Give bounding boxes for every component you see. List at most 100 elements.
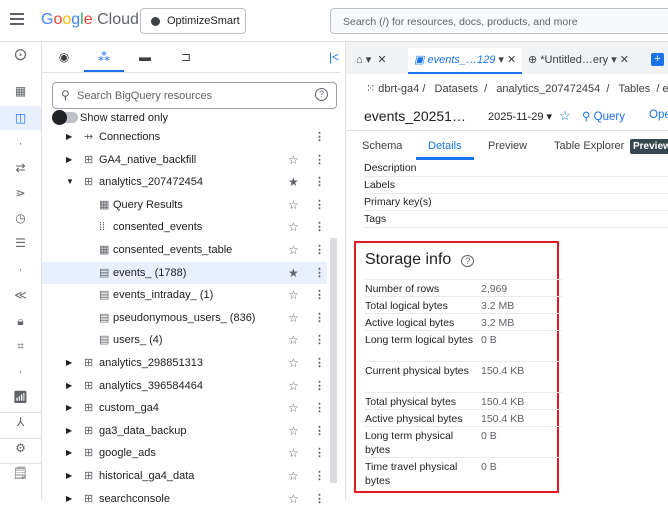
caret-right-icon[interactable]: ▶: [66, 397, 72, 419]
tree-row[interactable]: ▶ ⊞ GA4_native_backfill ☆ ⋮: [42, 149, 327, 171]
tab-preview[interactable]: Preview: [488, 140, 527, 152]
monitoring-icon[interactable]: 📶︎: [0, 388, 41, 406]
tree-row[interactable]: ▶ ⊞ google_ads ☆ ⋮: [42, 442, 327, 464]
star-icon[interactable]: ☆: [288, 284, 299, 306]
tree-row[interactable]: ▼ ⊞ analytics_207472454 ★ ⋮: [42, 171, 327, 193]
more-options-icon[interactable]: ⋮: [314, 488, 325, 510]
more-options-icon[interactable]: ⋮: [314, 262, 325, 284]
more-options-icon[interactable]: ⋮: [314, 307, 325, 329]
settings-gear-icon[interactable]: ⚙: [0, 438, 41, 457]
star-icon[interactable]: ☆: [288, 442, 299, 464]
tree-row[interactable]: ▶ ⊞ ga3_data_backup ☆ ⋮: [42, 420, 327, 442]
close-icon[interactable]: ✕: [620, 54, 629, 66]
tab-schema[interactable]: Schema: [362, 140, 402, 152]
explorer-icon[interactable]: ◫: [0, 106, 41, 130]
collapse-panel-icon[interactable]: |<: [324, 50, 344, 64]
tab-events-table[interactable]: ▣ events_…129 ▾ ✕: [408, 48, 523, 74]
transfers-icon[interactable]: ⇄: [0, 159, 41, 177]
more-options-icon[interactable]: ⋮: [314, 239, 325, 261]
global-search-input[interactable]: Search (/) for resources, docs, products…: [330, 8, 668, 34]
help-icon[interactable]: ?: [315, 88, 328, 101]
scrollbar[interactable]: [330, 238, 337, 483]
tab-details[interactable]: Details: [416, 140, 474, 160]
star-icon[interactable]: ☆: [288, 194, 299, 216]
explore-tab-compass-icon[interactable]: ◉: [44, 50, 84, 64]
new-tab-plus-icon[interactable]: +: [651, 53, 664, 66]
tree-row[interactable]: ▶ ⊞ analytics_396584464 ☆ ⋮: [42, 375, 327, 397]
tree-row[interactable]: ▦ consented_events_table ☆ ⋮: [42, 239, 327, 261]
breadcrumb-datasets[interactable]: Datasets: [435, 83, 478, 95]
more-options-icon[interactable]: ⋮: [314, 126, 325, 148]
more-options-icon[interactable]: ⋮: [314, 149, 325, 171]
breadcrumb-project[interactable]: dbrt-ga4: [378, 83, 419, 95]
query-button[interactable]: ⚲ Query: [582, 109, 625, 123]
star-icon[interactable]: ☆: [288, 329, 299, 351]
more-options-icon[interactable]: ⋮: [314, 352, 325, 374]
more-options-icon[interactable]: ⋮: [314, 171, 325, 193]
google-cloud-logo[interactable]: Google Cloud: [41, 11, 139, 29]
tree-row[interactable]: ▶ ⊞ custom_ga4 ☆ ⋮: [42, 397, 327, 419]
star-icon[interactable]: ☆: [288, 307, 299, 329]
star-icon[interactable]: ★: [288, 171, 299, 193]
caret-right-icon[interactable]: ▶: [66, 420, 72, 442]
pipelines-icon[interactable]: ⋗: [0, 184, 41, 202]
capacity-icon[interactable]: ⌗: [0, 337, 41, 355]
more-options-icon[interactable]: ⋮: [314, 397, 325, 419]
tree-row[interactable]: ▶ ⊞ analytics_298851313 ☆ ⋮: [42, 352, 327, 374]
hierarchy-icon[interactable]: ⅄: [0, 412, 41, 431]
star-icon[interactable]: ☆: [288, 149, 299, 171]
star-icon[interactable]: ☆: [288, 397, 299, 419]
folder-tab-icon[interactable]: ▬: [125, 50, 165, 64]
star-icon[interactable]: ☆: [288, 465, 299, 487]
open-button[interactable]: Ope: [649, 109, 668, 121]
more-options-icon[interactable]: ⋮: [314, 375, 325, 397]
help-icon[interactable]: ?: [461, 255, 475, 267]
more-options-icon[interactable]: ⋮: [314, 329, 325, 351]
history-icon[interactable]: ◷: [0, 209, 41, 227]
more-options-icon[interactable]: ⋮: [314, 442, 325, 464]
breadcrumb-table[interactable]: / ev: [656, 83, 668, 95]
bigquery-icon[interactable]: ⊙: [0, 46, 41, 64]
dashboard-icon[interactable]: ▦: [0, 82, 41, 100]
star-icon[interactable]: ☆: [288, 488, 299, 510]
caret-right-icon[interactable]: ▶: [66, 465, 72, 487]
tree-row[interactable]: ▶ ⊞ historical_ga4_data ☆ ⋮: [42, 465, 327, 487]
tab-table-explorer[interactable]: Table Explorer: [554, 140, 624, 152]
star-icon[interactable]: ☆: [288, 216, 299, 238]
tree-row[interactable]: ▶ ⊞ searchconsole ☆ ⋮: [42, 488, 327, 510]
more-options-icon[interactable]: ⋮: [314, 465, 325, 487]
star-icon[interactable]: ☆: [288, 375, 299, 397]
tab-home[interactable]: ⌂ ▾ ✕: [356, 48, 387, 74]
close-icon[interactable]: ▾ ✕: [498, 54, 516, 66]
tree-row[interactable]: ▤ users_ (4) ☆ ⋮: [42, 329, 327, 351]
more-options-icon[interactable]: ⋮: [314, 194, 325, 216]
lock-icon[interactable]: 🔒︎: [0, 312, 41, 330]
star-icon[interactable]: ☆: [559, 108, 571, 124]
star-icon[interactable]: ☆: [288, 239, 299, 261]
more-options-icon[interactable]: ⋮: [314, 420, 325, 442]
starred-only-toggle[interactable]: [52, 110, 78, 125]
explorer-tab-resources-icon[interactable]: ⁂: [84, 50, 124, 72]
breadcrumb-dataset[interactable]: analytics_207472454: [496, 83, 600, 95]
project-picker-button[interactable]: OptimizeSmart: [140, 8, 246, 34]
repository-tab-icon[interactable]: ⊐: [166, 50, 206, 64]
caret-right-icon[interactable]: ▶: [66, 352, 72, 374]
tree-row[interactable]: ▶ ⇸ Connections ⋮: [42, 126, 327, 148]
caret-right-icon[interactable]: ▶: [66, 488, 72, 510]
caret-down-icon[interactable]: ▼: [66, 171, 74, 193]
more-options-icon[interactable]: ⋮: [314, 216, 325, 238]
tree-row[interactable]: ⁞⁞ consented_events ☆ ⋮: [42, 216, 327, 238]
caret-right-icon[interactable]: ▶: [66, 442, 72, 464]
more-options-icon[interactable]: ⋮: [314, 284, 325, 306]
caret-right-icon[interactable]: ▶: [66, 126, 72, 148]
breadcrumb-tables[interactable]: Tables: [618, 83, 650, 95]
date-shard-select[interactable]: 2025-11-29 ▾: [488, 110, 552, 123]
sharing-icon[interactable]: ≪: [0, 286, 41, 304]
tree-row[interactable]: ▤ events_ (1788) ★ ⋮: [42, 261, 327, 284]
caret-right-icon[interactable]: ▶: [66, 149, 72, 171]
tree-row[interactable]: ▤ events_intraday_ (1) ☆ ⋮: [42, 284, 327, 306]
jobs-icon[interactable]: ☰: [0, 234, 41, 252]
star-icon[interactable]: ★: [288, 262, 299, 284]
star-icon[interactable]: ☆: [288, 352, 299, 374]
explorer-search-input[interactable]: ⚲ Search BigQuery resources ?: [52, 82, 337, 109]
